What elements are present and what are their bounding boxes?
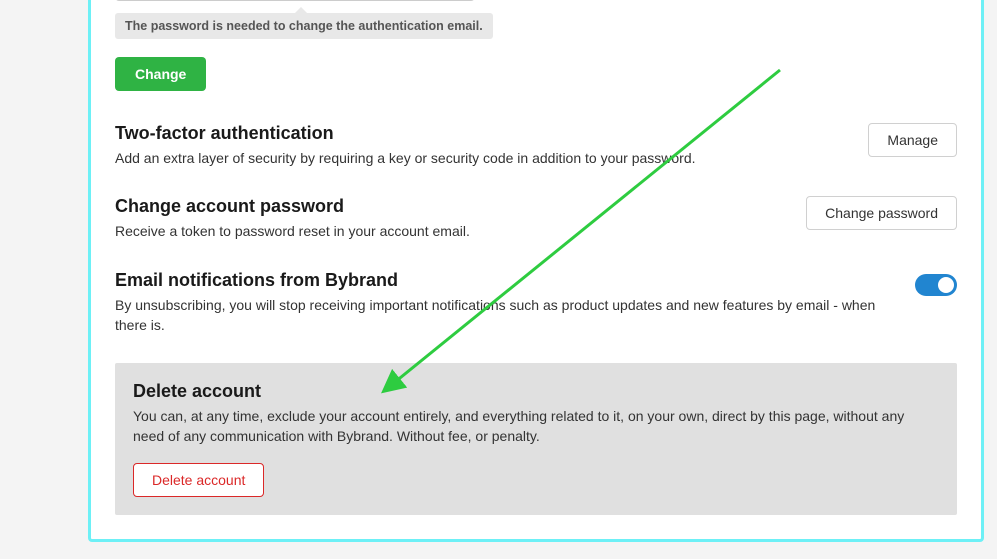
password-input[interactable]: [115, 0, 475, 1]
manage-button[interactable]: Manage: [868, 123, 957, 157]
email-notifications-desc: By unsubscribing, you will stop receivin…: [115, 295, 899, 336]
password-hint-tooltip: The password is needed to change the aut…: [115, 13, 493, 39]
change-password-desc: Receive a token to password reset in you…: [115, 221, 790, 241]
email-notifications-row: Email notifications from Bybrand By unsu…: [115, 270, 957, 336]
two-factor-row: Two-factor authentication Add an extra l…: [115, 123, 957, 168]
email-notifications-title: Email notifications from Bybrand: [115, 270, 899, 291]
change-password-button[interactable]: Change password: [806, 196, 957, 230]
email-notifications-toggle[interactable]: [915, 274, 957, 296]
delete-account-section: Delete account You can, at any time, exc…: [115, 363, 957, 515]
two-factor-desc: Add an extra layer of security by requir…: [115, 148, 852, 168]
toggle-knob: [938, 277, 954, 293]
delete-account-title: Delete account: [133, 381, 939, 402]
change-password-title: Change account password: [115, 196, 790, 217]
change-password-row: Change account password Receive a token …: [115, 196, 957, 241]
settings-card: The password is needed to change the aut…: [88, 0, 984, 542]
delete-account-button[interactable]: Delete account: [133, 463, 264, 497]
change-button[interactable]: Change: [115, 57, 206, 91]
two-factor-title: Two-factor authentication: [115, 123, 852, 144]
delete-account-desc: You can, at any time, exclude your accou…: [133, 406, 939, 447]
